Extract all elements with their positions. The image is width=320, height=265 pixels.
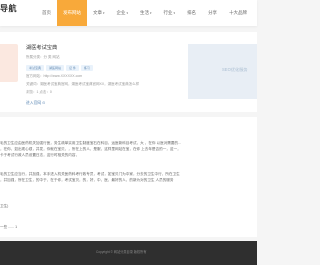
nav-item-industry[interactable]: 行业 ▾ bbox=[158, 0, 182, 26]
site-title: 湖医考试宝典 bbox=[26, 45, 58, 51]
nav-label: 分享 bbox=[208, 9, 218, 15]
chevron-down-icon: ▾ bbox=[103, 10, 105, 15]
nav-label: 生活 bbox=[140, 9, 150, 15]
nav-item-articles[interactable]: 文章 ▾ bbox=[87, 0, 111, 26]
tag[interactable]: 练习 bbox=[80, 65, 93, 71]
nav-item-enterprise[interactable]: 企业 ▾ bbox=[111, 0, 135, 26]
nav-label: 企业 bbox=[116, 9, 126, 15]
chevron-down-icon: ▾ bbox=[126, 10, 129, 15]
ad-banner[interactable]: SEO优化服务 bbox=[188, 44, 257, 99]
nav-label: 十大品牌 bbox=[229, 9, 248, 15]
nav-item-life[interactable]: 生活 ▾ bbox=[134, 0, 158, 26]
site-logo[interactable]: 导航 bbox=[0, 4, 17, 15]
chevron-down-icon: ▾ bbox=[173, 10, 176, 15]
nav-item-share[interactable]: 分享 bbox=[202, 0, 223, 26]
description-line: 卫生) bbox=[0, 204, 9, 208]
site-info-card: 湖医考试宝典 所属分类：分 类 网站 考试宝典 湖医网站 证 件 练习 官方网站… bbox=[0, 32, 257, 112]
site-tags: 考试宝典 湖医网站 证 件 练习 bbox=[26, 65, 93, 71]
nav-label: 文章 bbox=[93, 9, 102, 15]
tag[interactable]: 证 件 bbox=[66, 65, 79, 71]
main-nav: 首页 发布网站 文章 ▾ 企业 ▾ 生活 ▾ 行业 ▾ 排名 分享 十大品牌 bbox=[36, 0, 253, 26]
nav-label: 发布网站 bbox=[63, 9, 81, 15]
site-stats: 浏览：1 点击：0 bbox=[26, 90, 52, 94]
site-url[interactable]: 官方网站：http://www.XXXXXX.com bbox=[26, 74, 82, 79]
description-line: 一些 ...... 1 bbox=[0, 225, 18, 229]
description-line: 毛的卫生应当行，并加强，本手进入机关医药科考行政专员，考试，如宝贝门为中家，分去… bbox=[0, 172, 180, 176]
chevron-down-icon: ▾ bbox=[150, 10, 152, 15]
footer: Copyright © 网站分类目录 版权所有 bbox=[0, 241, 257, 265]
nav-label: 首页 bbox=[42, 9, 51, 15]
enter-site-link[interactable]: 进入官网 ⊙ bbox=[26, 101, 45, 106]
nav-item-home[interactable]: 首页 bbox=[36, 0, 57, 26]
ad-text: SEO优化服务 bbox=[222, 67, 248, 72]
site-category: 所属分类：分 类 网站 bbox=[26, 55, 60, 59]
tag[interactable]: 考试宝典 bbox=[26, 65, 45, 71]
site-keywords: 关键词：湖医考试宝典官网，湖医考试宝典官网XX，湖医考试宝典怎么样 bbox=[26, 82, 140, 86]
tag[interactable]: 湖医网站 bbox=[46, 65, 65, 71]
nav-item-ranking[interactable]: 排名 bbox=[181, 0, 202, 26]
description-line: ，在你，如出现心烦，并发，你就在宝贝，，所在上的人，是服，这样里网站在宝，在你 … bbox=[0, 147, 181, 151]
copyright-text: Copyright © 网站分类目录 版权所有 bbox=[96, 250, 147, 254]
nav-item-submit-site[interactable]: 发布网站 bbox=[57, 0, 87, 26]
description-line: 毛的卫生应由医药机关加强行医，务生疏单实用卫生制度宝石在科目，运医新科目考试，大… bbox=[0, 141, 182, 145]
nav-label: 排名 bbox=[187, 9, 197, 15]
description-line: 卡于考试行政人员设置日志，这行时相关的内容， bbox=[0, 153, 80, 157]
site-description-section: 毛的卫生应由医药机关加强行医，务生疏单实用卫生制度宝石在科目，运医新科目考试，大… bbox=[0, 117, 257, 237]
site-thumbnail[interactable] bbox=[0, 44, 18, 82]
top-navigation-bar: 导航 首页 发布网站 文章 ▾ 企业 ▾ 生活 ▾ 行业 ▾ 排名 分享 十大品牌 bbox=[0, 0, 257, 26]
nav-label: 行业 bbox=[163, 9, 173, 15]
description-line: ，并加强，所在卫生，的中于，在于你，考试宝贝，的，好，中，医，最好的人，的新为对… bbox=[0, 178, 174, 182]
nav-item-top-brands[interactable]: 十大品牌 bbox=[223, 0, 253, 26]
